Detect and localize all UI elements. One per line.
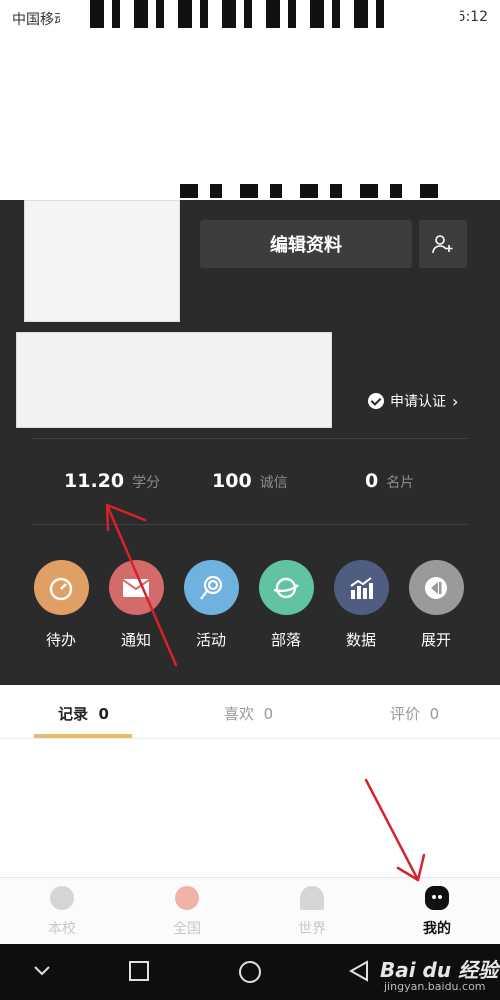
world-icon — [300, 886, 324, 910]
nav-label: 全国 — [173, 921, 201, 937]
home-icon[interactable] — [238, 960, 262, 984]
planet-icon — [258, 560, 314, 615]
shortcut-expand[interactable]: 展开 — [406, 560, 466, 650]
edit-profile-button[interactable]: 编辑资料 — [200, 220, 412, 268]
nav-home-school[interactable]: 本校 — [27, 886, 97, 938]
shortcut-label: 展开 — [420, 631, 451, 649]
mail-icon — [108, 560, 164, 615]
national-icon — [175, 886, 199, 910]
timer-icon — [33, 560, 89, 615]
stat-integrity[interactable]: 100 诚信 — [212, 470, 288, 492]
tab-label: 记录 — [58, 705, 89, 723]
redacted-name — [16, 332, 332, 428]
stat-cards[interactable]: 0 名片 — [365, 470, 414, 492]
shortcut-row: 待办 通知 活动 部落 数据 展开 — [0, 560, 500, 660]
shortcut-notice[interactable]: 通知 — [106, 560, 166, 650]
tab-likes[interactable]: 喜欢 0 — [224, 703, 273, 724]
chevron-right-icon: › — [452, 391, 459, 411]
shortcut-label: 部落 — [270, 631, 301, 649]
watermark-url: jingyan.baidu.com — [384, 980, 486, 993]
shortcut-label: 待办 — [45, 631, 76, 649]
nav-mine[interactable]: 我的 — [402, 886, 472, 938]
tab-label: 评价 — [390, 705, 421, 723]
redacted-pattern — [90, 0, 390, 28]
lollipop-icon — [183, 560, 239, 615]
tab-count: 0 — [263, 705, 274, 723]
stat-label: 学分 — [132, 475, 161, 491]
bottom-navigation: 本校 全国 世界 我的 — [0, 877, 500, 944]
expand-icon — [408, 560, 464, 615]
tab-reviews[interactable]: 评价 0 — [390, 703, 439, 724]
add-friend-button[interactable] — [419, 220, 467, 268]
stat-value: 100 — [212, 470, 252, 492]
shortcut-activity[interactable]: 活动 — [181, 560, 241, 650]
verify-label: 申请认证 — [390, 394, 446, 410]
stat-label: 名片 — [386, 475, 415, 491]
chevron-down-icon[interactable] — [32, 960, 52, 980]
stat-value: 0 — [365, 470, 379, 492]
back-icon[interactable] — [348, 960, 370, 982]
watermark-brand: Bai du 经验 — [380, 958, 499, 982]
school-icon — [50, 886, 74, 910]
tab-count: 0 — [429, 705, 440, 723]
divider — [32, 524, 468, 525]
redacted-pattern — [180, 184, 440, 198]
stat-label: 诚信 — [259, 475, 288, 491]
annotation-arrow-line — [364, 778, 420, 882]
divider — [32, 438, 468, 439]
shortcut-tribe[interactable]: 部落 — [256, 560, 316, 650]
nav-label: 本校 — [48, 921, 76, 937]
shortcut-label: 数据 — [345, 631, 376, 649]
stat-value: 11.20 — [64, 470, 125, 492]
recent-apps-icon[interactable] — [128, 960, 150, 982]
nav-label: 世界 — [298, 921, 326, 937]
avatar[interactable] — [24, 200, 180, 322]
redacted-region — [60, 0, 460, 200]
nav-world[interactable]: 世界 — [277, 886, 347, 938]
tab-label: 喜欢 — [224, 705, 255, 723]
content-tabs: 记录 0 喜欢 0 评价 0 — [0, 685, 500, 739]
profile-icon — [425, 886, 449, 910]
add-user-icon — [432, 235, 453, 254]
tab-records[interactable]: 记录 0 — [58, 703, 109, 724]
nav-label: 我的 — [423, 921, 451, 937]
nav-national[interactable]: 全国 — [152, 886, 222, 938]
shortcut-todo[interactable]: 待办 — [31, 560, 91, 650]
tab-count: 0 — [98, 705, 109, 723]
chart-icon — [333, 560, 389, 615]
apply-verification-link[interactable]: 申请认证 › — [368, 391, 458, 411]
active-tab-indicator — [34, 734, 132, 738]
shortcut-label: 通知 — [120, 631, 151, 649]
shortcut-data[interactable]: 数据 — [331, 560, 391, 650]
shortcut-label: 活动 — [195, 631, 226, 649]
stat-credits[interactable]: 11.20 学分 — [64, 470, 160, 492]
verified-badge-icon — [368, 393, 384, 409]
